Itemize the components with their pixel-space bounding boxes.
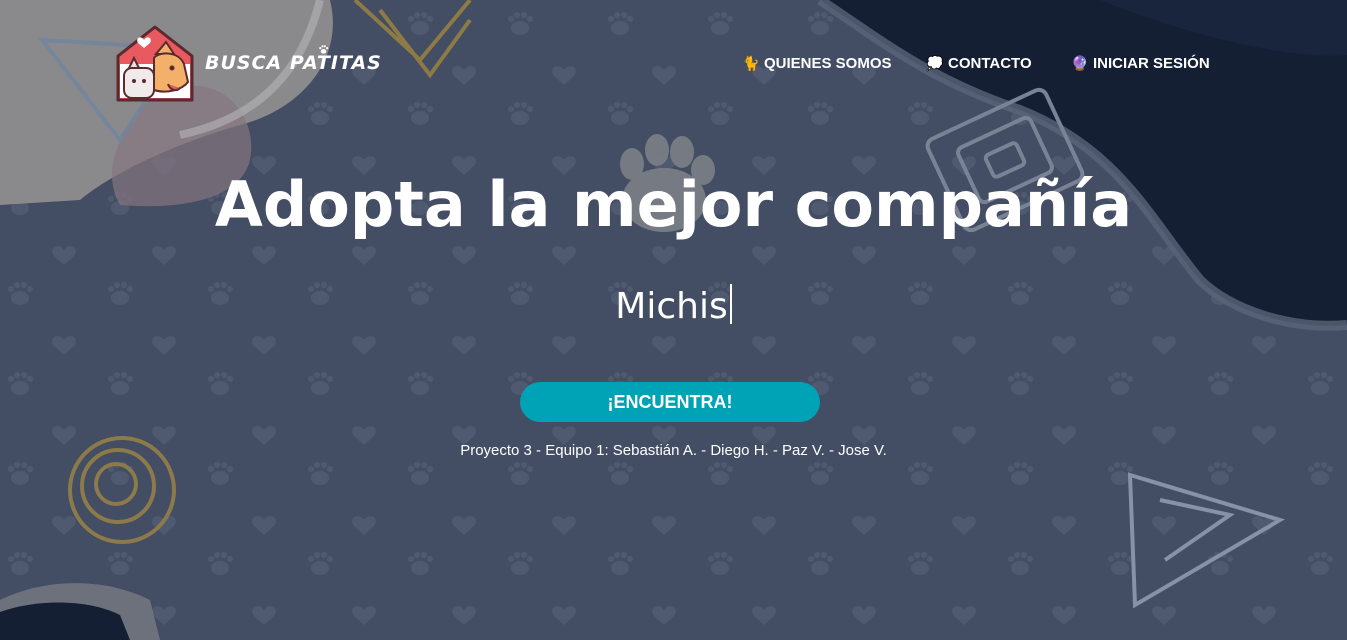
brand-name[interactable]: BUSCA PATITAS [205,52,382,74]
nav-label: INICIAR SESIÓN [1093,55,1210,72]
credits: Proyecto 3 - Equipo 1: Sebastián A. - Di… [460,442,887,459]
typed-text: Michis [0,284,1347,327]
nav-iniciar-sesion[interactable]: 🔮 INICIAR SESIÓN [1071,55,1210,72]
nav-label: QUIENES SOMOS [764,55,892,72]
nav-label: CONTACTO [948,55,1032,72]
logo-house-icon [116,25,194,102]
thought-bubble-icon: 💭 [926,55,944,71]
nav-quienes-somos[interactable]: 🐈 QUIENES SOMOS [742,55,892,72]
typed-word: Michis [615,286,728,327]
hero-title: Adopta la mejor compañía [214,168,1133,241]
paw-icon [319,45,329,54]
nav-contacto[interactable]: 💭 CONTACTO [926,55,1032,72]
crystal-ball-icon: 🔮 [1071,55,1089,71]
cat-icon: 🐈 [742,55,760,71]
text-caret [729,284,732,324]
encuentra-button[interactable]: ¡ENCUENTRA! [520,382,820,422]
logo[interactable] [114,24,196,106]
